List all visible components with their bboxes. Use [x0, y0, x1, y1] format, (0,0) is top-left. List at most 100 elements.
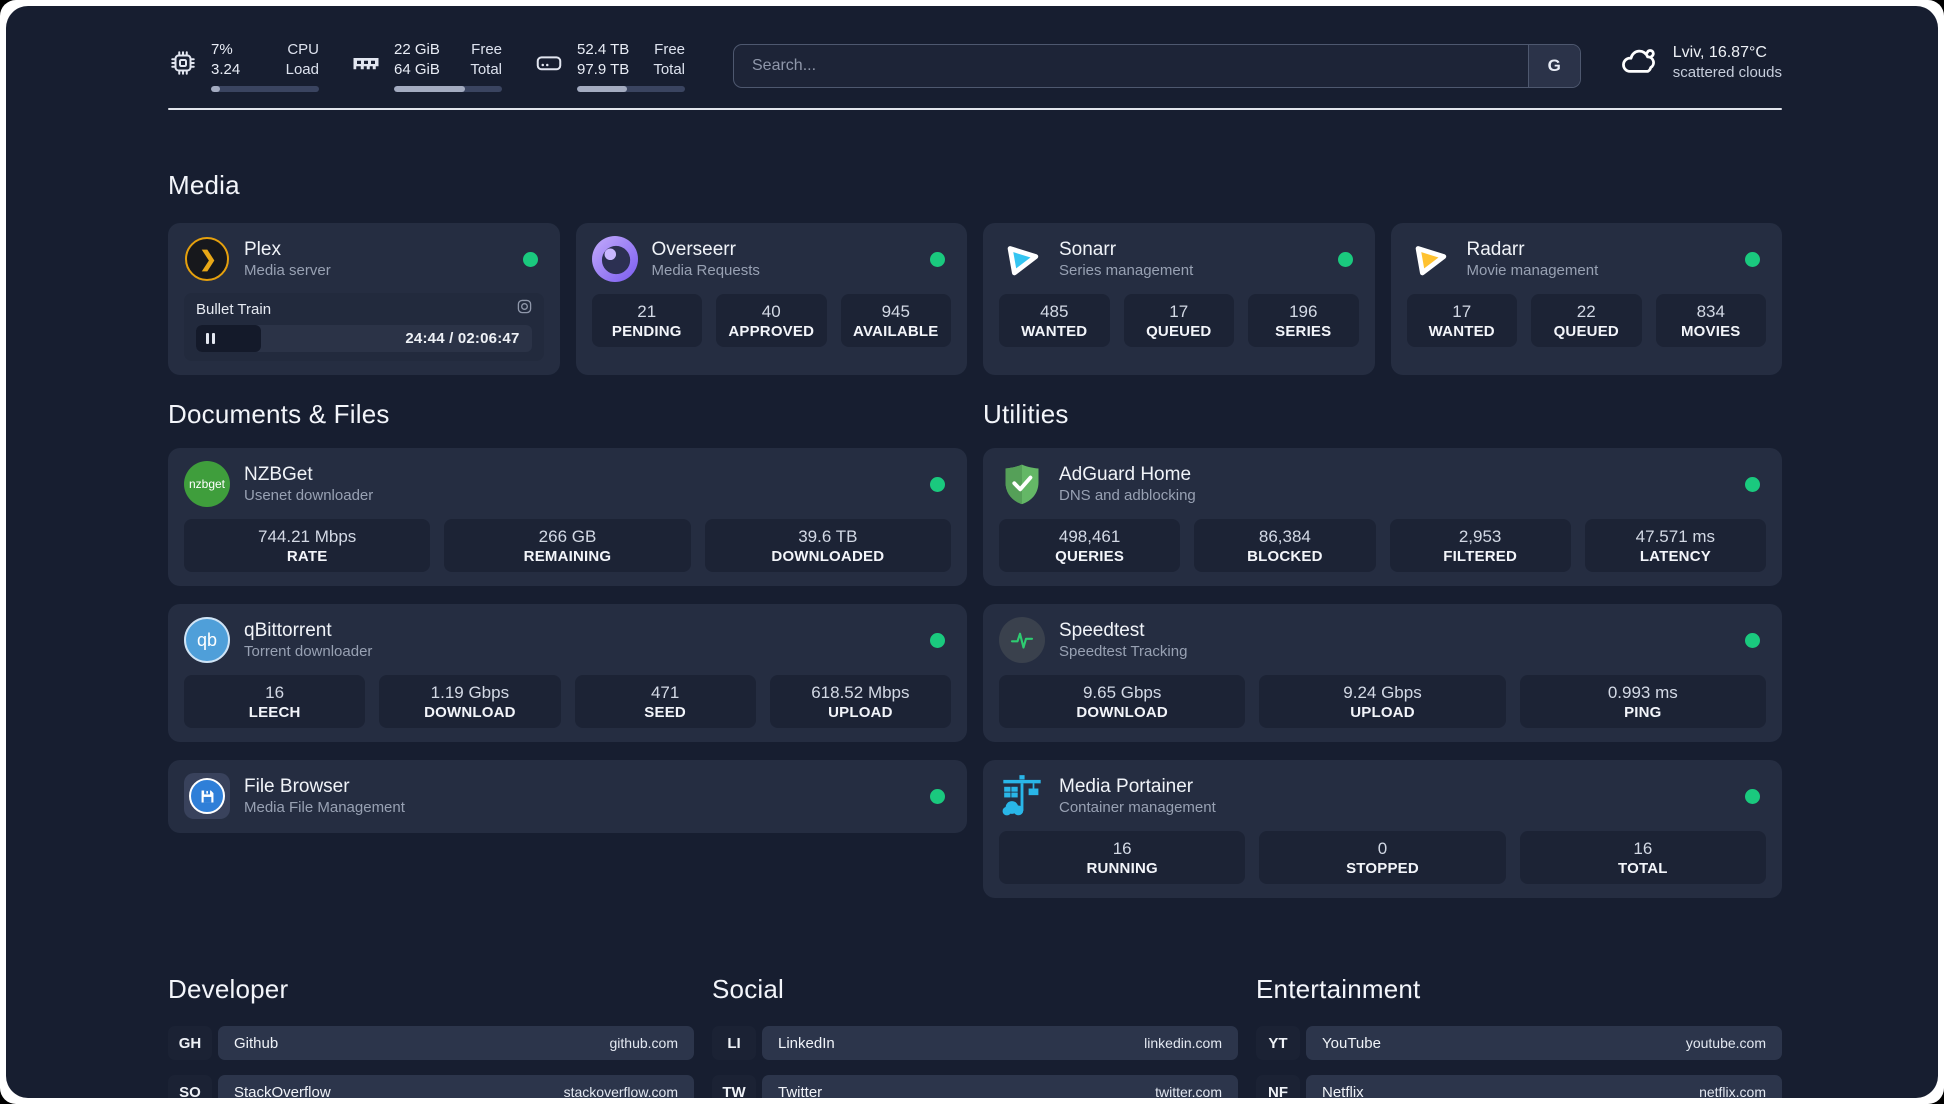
card-subtitle: Usenet downloader: [244, 487, 374, 504]
section-heading-developer: Developer: [168, 973, 289, 1004]
app-card-overseerr[interactable]: Overseerr Media Requests 21 PENDING 40 APP…: [575, 223, 967, 375]
link-pill[interactable]: StackOverflow stackoverflow.com: [218, 1075, 694, 1098]
dashboard-app: 7% 3.24 CPU Load 22 GiB 64 GiB Free Tota…: [6, 6, 1938, 1098]
stat-box: 945 AVAILABLE: [840, 294, 951, 347]
app-card-nzbget[interactable]: nzbget NZBGet Usenet downloader 744.21 M…: [168, 448, 967, 586]
top-bar: 7% 3.24 CPU Load 22 GiB 64 GiB Free Tota…: [168, 6, 1782, 92]
card-title: AdGuard Home: [1059, 464, 1192, 485]
link-pill[interactable]: Github github.com: [218, 1026, 694, 1061]
memory-total-label: Total: [470, 61, 502, 78]
cpu-progress-bar: [211, 86, 319, 92]
link-badge[interactable]: YT: [1256, 1026, 1300, 1061]
app-card-portainer[interactable]: Media Portainer Container management 16 R…: [983, 760, 1782, 898]
session-icon[interactable]: [517, 299, 532, 319]
link-badge[interactable]: SO: [168, 1075, 212, 1098]
playback-progress-bar[interactable]: 24:44 / 02:06:47: [196, 325, 532, 352]
cpu-chip-icon: [168, 48, 198, 92]
card-title: NZBGet: [244, 464, 313, 485]
stat-box: 618.52 Mbps UPLOAD: [769, 675, 951, 728]
cpu-load-value: 3.24: [211, 61, 241, 78]
stat-box: 16 RUNNING: [999, 831, 1246, 884]
stat-box: 21 PENDING: [591, 294, 702, 347]
card-subtitle: DNS and adblocking: [1059, 487, 1196, 504]
adguard-shield-icon: [999, 461, 1045, 507]
link-pill[interactable]: Twitter twitter.com: [762, 1075, 1238, 1098]
app-card-speedtest[interactable]: Speedtest Speedtest Tracking 9.65 Gbps DO…: [983, 604, 1782, 742]
media-cards-row: ❯ Plex Media server Bullet Train 24:44 /…: [168, 223, 1782, 375]
card-subtitle: Torrent downloader: [244, 643, 373, 660]
stat-box: 9.65 Gbps DOWNLOAD: [999, 675, 1246, 728]
section-heading-utilities: Utilities: [983, 399, 1069, 429]
link-badge[interactable]: LI: [712, 1026, 756, 1061]
status-online-dot: [1337, 252, 1353, 267]
app-card-qbittorrent[interactable]: qb qBittorrent Torrent downloader 16 LEEC…: [168, 604, 967, 742]
stat-box: 16 LEECH: [184, 675, 366, 728]
link-pill[interactable]: Netflix netflix.com: [1306, 1075, 1782, 1098]
stat-box: 266 GB REMAINING: [444, 519, 691, 572]
links-column-social: Social LI LinkedIn linkedin.com TW Twitt…: [712, 952, 1238, 1098]
stat-box: 498,461 QUERIES: [999, 519, 1181, 572]
speedtest-pulse-icon: [999, 617, 1045, 663]
utilities-column: Utilities AdGuard Home DNS and adblockin…: [983, 399, 1782, 898]
links-column-entertainment: Entertainment YT YouTube youtube.com NF …: [1256, 952, 1782, 1098]
memory-usage-widget: 22 GiB 64 GiB Free Total: [351, 40, 502, 92]
app-card-sonarr[interactable]: Sonarr Series management 485 WANTED 17 QUE…: [983, 223, 1375, 375]
link-row-netflix: NF Netflix netflix.com: [1256, 1075, 1782, 1098]
nzbget-icon: nzbget: [184, 461, 230, 507]
status-online-dot: [1745, 477, 1760, 492]
status-online-dot: [930, 633, 945, 648]
weather-widget: Lviv, 16.87°C scattered clouds: [1619, 42, 1782, 83]
weather-location-temp: Lviv, 16.87°C: [1672, 44, 1767, 61]
stat-box: 834 MOVIES: [1655, 294, 1766, 347]
dashboard-window: 7% 3.24 CPU Load 22 GiB 64 GiB Free Tota…: [0, 0, 1944, 1104]
pause-icon[interactable]: [206, 333, 215, 344]
status-online-dot: [1745, 252, 1760, 267]
link-row-github: GH Github github.com: [168, 1026, 694, 1061]
link-badge[interactable]: TW: [712, 1075, 756, 1098]
status-online-dot: [930, 477, 945, 492]
status-online-dot: [1745, 633, 1760, 648]
qbittorrent-icon: qb: [184, 617, 230, 663]
app-card-adguard[interactable]: AdGuard Home DNS and adblocking 498,461 Q…: [983, 448, 1782, 586]
card-subtitle: Media server: [244, 262, 331, 279]
link-pill[interactable]: LinkedIn linkedin.com: [762, 1026, 1238, 1061]
disk-total-value: 97.9 TB: [577, 61, 630, 78]
card-title: qBittorrent: [244, 620, 332, 641]
app-card-plex[interactable]: ❯ Plex Media server Bullet Train 24:44 /…: [168, 223, 560, 375]
header-divider: [168, 108, 1782, 110]
link-badge[interactable]: GH: [168, 1026, 212, 1061]
card-subtitle: Speedtest Tracking: [1059, 643, 1188, 660]
memory-progress-bar: [394, 86, 502, 92]
links-column-developer: Developer GH Github github.com SO StackO…: [168, 952, 694, 1098]
card-title: Overseerr: [651, 239, 736, 260]
app-card-radarr[interactable]: Radarr Movie management 17 WANTED 22 QUEUE…: [1390, 223, 1782, 375]
card-subtitle: Media Requests: [651, 262, 760, 279]
link-row-stackoverflow: SO StackOverflow stackoverflow.com: [168, 1075, 694, 1098]
cpu-usage-value: 7%: [211, 41, 233, 58]
status-online-dot: [522, 252, 538, 267]
memory-icon: [351, 48, 381, 92]
stat-box: 196 SERIES: [1248, 294, 1359, 347]
card-title: Plex: [244, 239, 281, 260]
stat-box: 86,384 BLOCKED: [1194, 519, 1376, 572]
card-subtitle: Series management: [1059, 262, 1194, 279]
cpu-load-label: Load: [285, 61, 319, 78]
section-heading-social: Social: [712, 973, 785, 1004]
link-badge[interactable]: NF: [1256, 1075, 1300, 1098]
stat-box: 2,953 FILTERED: [1389, 519, 1571, 572]
search-input[interactable]: [734, 45, 1528, 87]
disk-free-label: Free: [654, 41, 685, 58]
search-engine-button[interactable]: G: [1527, 45, 1580, 87]
sonarr-icon: [999, 236, 1045, 282]
link-pill[interactable]: YouTube youtube.com: [1306, 1026, 1782, 1061]
documents-column: Documents & Files nzbget NZBGet Usenet d…: [168, 399, 967, 898]
card-title: Speedtest: [1059, 620, 1145, 641]
memory-free-label: Free: [471, 41, 502, 58]
status-online-dot: [930, 789, 945, 804]
stat-box: 47.571 ms LATENCY: [1584, 519, 1766, 572]
card-title: Radarr: [1466, 239, 1525, 260]
app-card-filebrowser[interactable]: File Browser Media File Management: [168, 760, 967, 833]
section-heading-entertainment: Entertainment: [1256, 973, 1421, 1004]
stat-box: 39.6 TB DOWNLOADED: [704, 519, 951, 572]
disk-usage-widget: 52.4 TB 97.9 TB Free Total: [534, 40, 685, 92]
